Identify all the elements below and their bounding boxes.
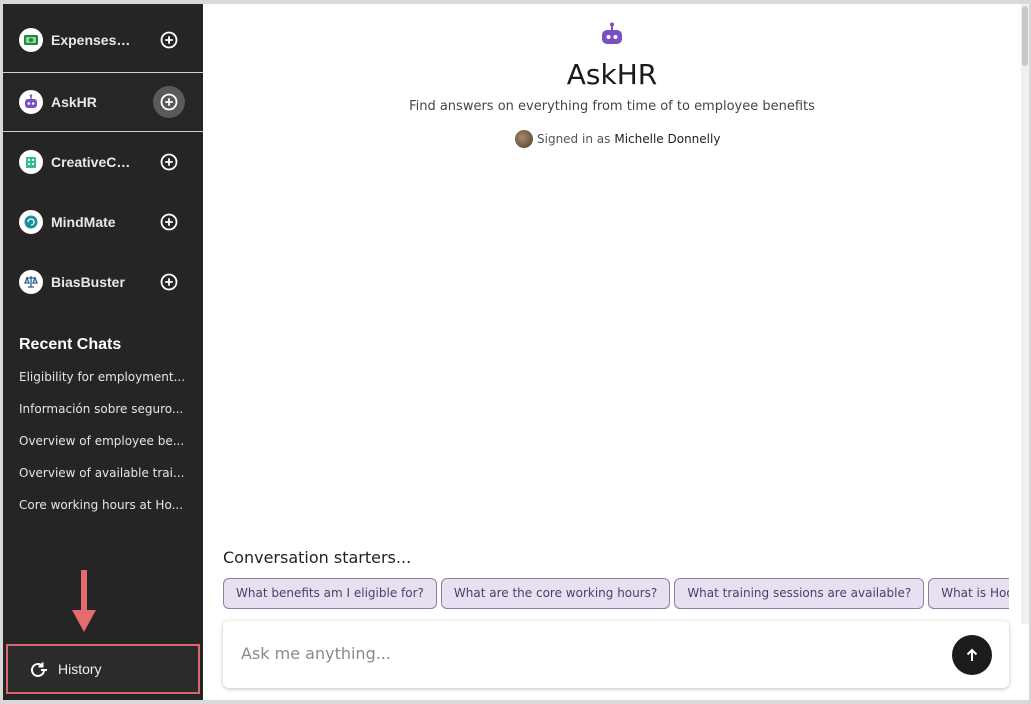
bot-name: ExpensesE... <box>51 32 133 48</box>
app-window: ExpensesE... AskHR CreativeCh... MindMat… <box>3 4 1029 700</box>
history-icon <box>31 662 47 677</box>
starter-chip[interactable]: What benefits am I eligible for? <box>223 578 437 609</box>
arrow-down-annotation <box>72 570 96 632</box>
robot-icon <box>602 22 622 44</box>
sidebar-item-biasbuster[interactable]: BiasBuster <box>3 252 203 312</box>
add-chat-button[interactable] <box>153 146 185 178</box>
add-chat-button[interactable] <box>153 24 185 56</box>
building-icon <box>19 150 43 174</box>
page-title: AskHR <box>566 58 658 91</box>
brain-icon <box>19 210 43 234</box>
sidebar-item-creative[interactable]: CreativeCh... <box>3 132 203 192</box>
starter-chip[interactable]: What training sessions are available? <box>674 578 925 609</box>
plus-circle-icon <box>160 273 178 291</box>
plus-circle-icon <box>160 153 178 171</box>
add-chat-button[interactable] <box>153 86 185 118</box>
bot-name: MindMate <box>51 214 116 230</box>
recent-chat-item[interactable]: Core working hours at Ho... <box>19 498 187 512</box>
recent-chat-item[interactable]: Overview of employee be... <box>19 434 187 448</box>
bot-name: AskHR <box>51 94 97 110</box>
recent-chat-item[interactable]: Eligibility for employment... <box>19 370 187 384</box>
history-label: History <box>58 661 102 677</box>
recent-chats-heading: Recent Chats <box>19 336 122 353</box>
conversation-starters: What benefits am I eligible for? What are… <box>223 578 1009 610</box>
sidebar-item-expenses[interactable]: ExpensesE... <box>3 10 203 70</box>
bot-name: CreativeCh... <box>51 154 133 170</box>
message-composer <box>223 621 1009 688</box>
sidebar: ExpensesE... AskHR CreativeCh... MindMat… <box>3 4 203 700</box>
recent-chat-item[interactable]: Overview of available trai... <box>19 466 187 480</box>
message-input[interactable] <box>241 639 931 667</box>
conversation-starters-heading: Conversation starters... <box>223 548 412 567</box>
avatar <box>515 130 533 148</box>
add-chat-button[interactable] <box>153 206 185 238</box>
sidebar-item-askhr[interactable]: AskHR <box>3 72 203 132</box>
recent-chat-item[interactable]: Información sobre seguro... <box>19 402 187 416</box>
starter-chip[interactable]: What are the core working hours? <box>440 578 671 609</box>
history-button[interactable]: History <box>6 644 200 694</box>
scrollbar-thumb[interactable] <box>1022 6 1028 66</box>
sidebar-item-mindmate[interactable]: MindMate <box>3 192 203 252</box>
signed-in-info: Signed in as Michelle Donnelly <box>515 130 720 148</box>
signed-in-label: Signed in as <box>537 132 611 146</box>
money-icon <box>19 28 43 52</box>
chat-main: AskHR Find answers on everything from ti… <box>203 4 1029 700</box>
scrollbar[interactable] <box>1021 4 1029 624</box>
plus-circle-icon <box>160 213 178 231</box>
page-subtitle: Find answers on everything from time of … <box>409 99 815 114</box>
arrow-up-icon <box>966 648 978 661</box>
add-chat-button[interactable] <box>153 266 185 298</box>
scales-icon <box>19 270 43 294</box>
send-button[interactable] <box>952 635 992 675</box>
plus-circle-icon <box>160 93 178 111</box>
starter-chip[interactable]: What is Hooray's remote work policy? <box>928 578 1009 609</box>
plus-circle-icon <box>160 31 178 49</box>
user-name: Michelle Donnelly <box>614 132 721 146</box>
bot-name: BiasBuster <box>51 274 125 290</box>
robot-icon <box>19 90 43 114</box>
